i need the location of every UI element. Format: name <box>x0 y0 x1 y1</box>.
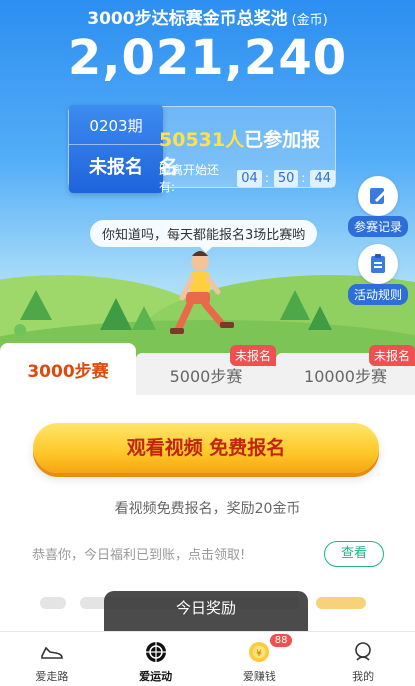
countdown-minutes: 50 <box>273 169 299 187</box>
tab-10000-label: 10000步赛 <box>304 367 387 386</box>
records-button[interactable]: 参赛记录 <box>347 176 409 237</box>
tab-10000-badge: 未报名 <box>368 345 415 366</box>
tab-3000[interactable]: 3000步赛 <box>0 343 136 395</box>
nav-earn-label: 爱赚钱 <box>242 670 276 683</box>
pool-title-text: 3000步达标赛金币总奖池 <box>87 9 288 29</box>
reward-toast: 今日奖励 <box>104 591 308 631</box>
tab-10000[interactable]: 10000步赛 未报名 <box>276 345 415 395</box>
hero-banner: 3000步达标赛金币总奖池 (金币) 2,021,240 0203期 未报名 50… <box>0 0 415 360</box>
watch-video-register-button[interactable]: 观看视频 免费报名 <box>33 423 379 473</box>
tab-5000[interactable]: 5000步赛 未报名 <box>136 345 276 395</box>
period-number: 0203期 <box>69 115 163 145</box>
tab-5000-label: 5000步赛 <box>169 367 243 386</box>
blurred-item <box>316 597 366 609</box>
registration-card: 0203期 未报名 50531人已参加报名 距离开始还有: 04 : 50 : … <box>68 105 336 194</box>
period-box: 0203期 未报名 <box>69 105 163 193</box>
nav-walk[interactable]: 爱走路 <box>0 632 104 686</box>
tip-bubble: 你知道吗，每天都能报名3场比赛哟 <box>90 220 318 253</box>
main-panel: 观看视频 免费报名 看视频免费报名，奖励20金币 恭喜你，今日福利已到账，点击领… <box>0 395 415 631</box>
nav-sport-label: 爱运动 <box>139 670 173 683</box>
nav-sport[interactable]: 爱运动 <box>104 632 208 686</box>
coin-icon: ¥ <box>249 642 270 662</box>
nav-me-label: 我的 <box>352 670 375 683</box>
registration-status: 未报名 <box>89 157 143 178</box>
bottom-nav: 爱走路 爱运动 ¥ 88 爱赚钱 我的 <box>0 631 415 686</box>
ball-icon <box>145 642 166 662</box>
countdown-label: 距离开始还有: <box>159 163 220 194</box>
cta-subtitle: 看视频免费报名，奖励20金币 <box>114 501 301 517</box>
tab-3000-label: 3000步赛 <box>27 362 109 382</box>
rules-button[interactable]: 活动规则 <box>347 244 409 305</box>
rules-label: 活动规则 <box>347 284 408 305</box>
prize-pool-title: 3000步达标赛金币总奖池 (金币) <box>0 4 415 29</box>
welfare-row: 恭喜你，今日福利已到账，点击领取! 查看 <box>32 541 384 567</box>
tab-5000-badge: 未报名 <box>229 345 276 366</box>
countdown-hours: 04 <box>237 169 262 187</box>
avatar-icon <box>355 642 371 661</box>
blurred-item <box>40 597 66 609</box>
records-label: 参赛记录 <box>347 216 408 237</box>
prize-pool-amount: 2,021,240 <box>67 30 348 86</box>
pencil-icon <box>358 176 398 216</box>
view-button[interactable]: 查看 <box>324 541 384 567</box>
nav-walk-label: 爱走路 <box>35 670 69 683</box>
svg-text:¥: ¥ <box>257 649 263 659</box>
countdown: 距离开始还有: 04 : 50 : 44 <box>159 161 335 195</box>
nav-me[interactable]: 我的 <box>311 632 415 686</box>
joined-number: 50531人 <box>159 129 245 151</box>
shoe-icon <box>41 646 63 659</box>
race-tabs: 3000步赛 5000步赛 未报名 10000步赛 未报名 <box>0 343 415 395</box>
pool-unit: (金币) <box>291 13 328 28</box>
countdown-seconds: 44 <box>310 169 335 187</box>
nav-earn-badge: 88 <box>269 634 293 647</box>
nav-earn[interactable]: ¥ 88 爱赚钱 <box>208 632 312 686</box>
welfare-text: 恭喜你，今日福利已到账，点击领取! <box>32 548 246 563</box>
clipboard-icon <box>358 244 398 284</box>
